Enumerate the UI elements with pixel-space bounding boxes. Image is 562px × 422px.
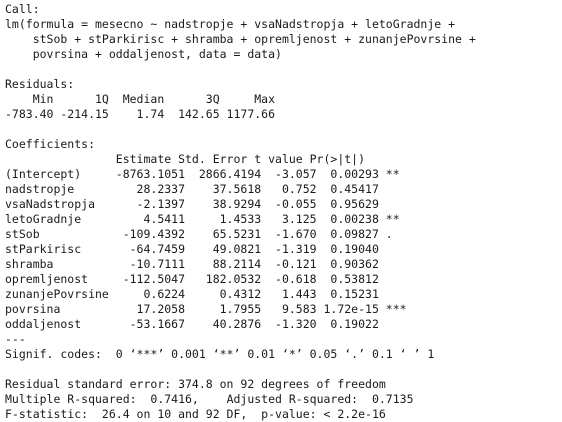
- signif-codes: Signif. codes: 0 ‘***’ 0.001 ‘**’ 0.01 ‘…: [5, 347, 435, 361]
- coefficient-row: povrsina 17.2058 1.7955 9.583 1.72e-15 *…: [5, 302, 407, 316]
- call-line: lm(formula = mesecno ~ nadstropje + vsaN…: [5, 17, 456, 31]
- coefficients-table-header: Estimate Std. Error t value Pr(>|t|): [5, 152, 393, 166]
- residuals-quantile-labels: Min 1Q Median 3Q Max: [5, 92, 282, 106]
- coefficient-row: stSob -109.4392 65.5231 -1.670 0.09827 .: [5, 227, 407, 241]
- coefficients-header: Coefficients:: [5, 137, 96, 151]
- coefficient-row: shramba -10.7111 88.2114 -0.121 0.90362: [5, 257, 407, 271]
- coefficient-row: oddaljenost -53.1667 40.2876 -1.320 0.19…: [5, 317, 407, 331]
- call-header: Call:: [5, 2, 40, 16]
- coefficient-row: (Intercept) -8763.1051 2866.4194 -3.057 …: [5, 167, 407, 181]
- residual-standard-error: Residual standard error: 374.8 on 92 deg…: [5, 377, 386, 391]
- coefficient-row: opremljenost -112.5047 182.0532 -0.618 0…: [5, 272, 407, 286]
- coefficient-row: letoGradnje 4.5411 1.4533 3.125 0.00238 …: [5, 212, 407, 226]
- coefficient-row: stParkirisc -64.7459 49.0821 -1.319 0.19…: [5, 242, 407, 256]
- call-line: povrsina + oddaljenost, data = data): [5, 47, 282, 61]
- residuals-quantile-values: -783.40 -214.15 1.74 142.65 1177.66: [5, 107, 282, 121]
- call-line: stSob + stParkirisc + shramba + opremlje…: [5, 32, 476, 46]
- residuals-header: Residuals:: [5, 77, 75, 91]
- r-squared-line: Multiple R-squared: 0.7416, Adjusted R-s…: [5, 392, 421, 406]
- separator: ---: [5, 332, 26, 346]
- r-console-output: Call: lm(formula = mesecno ~ nadstropje …: [0, 0, 562, 421]
- f-statistic-line: F-statistic: 26.4 on 10 and 92 DF, p-val…: [5, 407, 386, 421]
- coefficient-row: vsaNadstropja -2.1397 38.9294 -0.055 0.9…: [5, 197, 407, 211]
- coefficient-row: nadstropje 28.2337 37.5618 0.752 0.45417: [5, 182, 407, 196]
- coefficient-row: zunanjePovrsine 0.6224 0.4312 1.443 0.15…: [5, 287, 407, 301]
